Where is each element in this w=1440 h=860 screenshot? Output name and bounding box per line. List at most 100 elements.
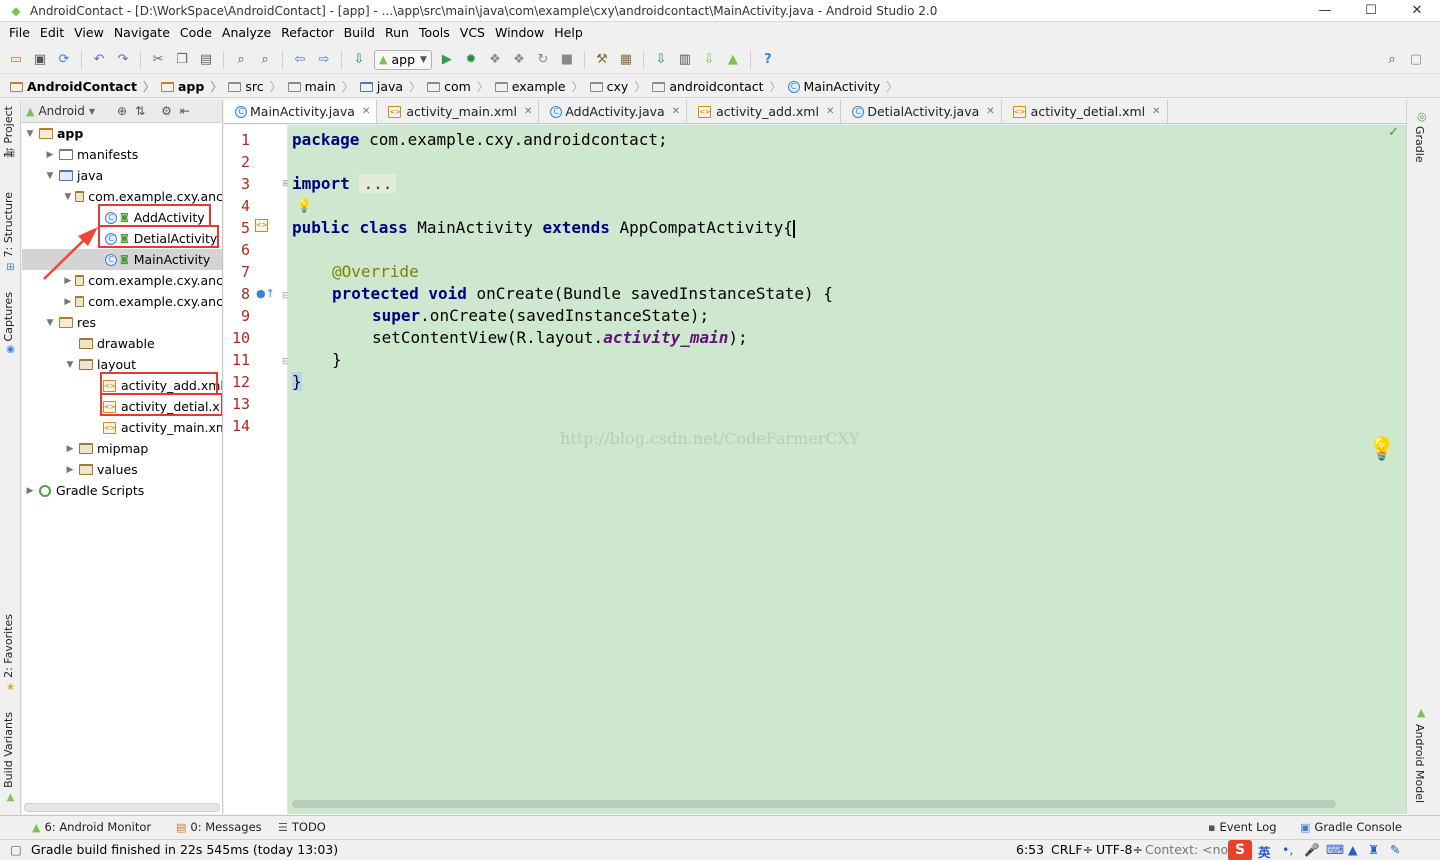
gradle-console-tab[interactable]: ▣ Gradle Console	[1300, 820, 1402, 834]
project-tool-tab[interactable]: 1: Project	[2, 106, 15, 158]
scroll-from-source-icon[interactable]: ⊕	[117, 104, 127, 118]
project-view-mode[interactable]: Android	[38, 104, 84, 118]
tree-node-app[interactable]: ▼ app	[22, 123, 222, 144]
breadcrumb-item-mainactivity[interactable]: C MainActivity 〉	[786, 78, 903, 95]
rerun-icon[interactable]: ↻	[533, 50, 553, 70]
run-configuration-select[interactable]: ▲ app ▼	[374, 49, 432, 70]
collapse-arrow-icon[interactable]: ▶	[64, 465, 76, 475]
expand-arrow-icon[interactable]: ▼	[44, 318, 56, 328]
encoding-select[interactable]: UTF-8÷	[1096, 842, 1143, 857]
tree-node-package-test[interactable]: ▶ com.example.cxy.anc	[22, 291, 222, 312]
breadcrumb-item-project[interactable]: AndroidContact 〉	[8, 78, 159, 95]
collapse-arrow-icon[interactable]: ▶	[44, 150, 56, 160]
close-tab-icon[interactable]: ✕	[672, 106, 680, 117]
make-project-icon[interactable]: ⇩	[349, 50, 369, 70]
paste-icon[interactable]: ▤	[196, 50, 216, 70]
hide-panel-icon[interactable]: ⇤	[180, 104, 190, 118]
menu-file[interactable]: File	[4, 22, 35, 44]
todo-tab[interactable]: ☰ TODO	[278, 820, 326, 834]
close-tab-icon[interactable]: ✕	[362, 106, 370, 117]
layout-preview-gutter-icon[interactable]: <>	[255, 219, 268, 232]
tools-icon[interactable]: ✎	[1390, 842, 1400, 857]
close-tab-icon[interactable]: ✕	[524, 106, 532, 117]
caret-position[interactable]: 6:53	[1016, 842, 1044, 857]
breadcrumb-item-example[interactable]: example 〉	[493, 78, 588, 95]
tab-addactivity-java[interactable]: C AddActivity.java ✕	[539, 100, 688, 123]
input-method-logo-icon[interactable]: S	[1228, 840, 1252, 860]
microphone-icon[interactable]: 🎤	[1304, 842, 1320, 858]
undo-icon[interactable]: ↶	[89, 50, 109, 70]
expand-arrow-icon[interactable]: ▼	[64, 192, 72, 202]
menu-edit[interactable]: Edit	[35, 22, 69, 44]
instant-run-icon[interactable]: ❖	[509, 50, 529, 70]
sync-gradle-icon[interactable]: ⇩	[651, 50, 671, 70]
settings-gear-icon[interactable]: ⚙	[161, 104, 172, 118]
open-folder-icon[interactable]: ▭	[6, 50, 26, 70]
redo-icon[interactable]: ↷	[113, 50, 133, 70]
search-everywhere-icon[interactable]: ⌕	[1382, 50, 1402, 70]
ime-punctuation-icon[interactable]: •,	[1282, 842, 1293, 857]
tree-node-package-androidtest[interactable]: ▶ com.example.cxy.anc	[22, 270, 222, 291]
event-log-tab[interactable]: ▪ Event Log	[1208, 820, 1277, 834]
breadcrumb-item-com[interactable]: com 〉	[425, 78, 493, 95]
collapse-arrow-icon[interactable]: ▶	[64, 276, 72, 286]
save-icon[interactable]: ▣	[30, 50, 50, 70]
forward-icon[interactable]: ⇨	[314, 50, 334, 70]
breadcrumb-item-main[interactable]: main 〉	[286, 78, 358, 95]
user-icon[interactable]: ▢	[1406, 50, 1426, 70]
tree-node-gradle-scripts[interactable]: ▶ Gradle Scripts	[22, 480, 222, 501]
expand-arrow-icon[interactable]: ▼	[24, 129, 36, 139]
run-icon[interactable]: ▶	[437, 50, 457, 70]
replace-icon[interactable]: ⌕	[255, 50, 275, 70]
code-area[interactable]: package com.example.cxy.androidcontact; …	[288, 125, 1406, 814]
collapse-arrow-icon[interactable]: ▶	[64, 444, 76, 454]
collapse-arrow-icon[interactable]: ▶	[24, 486, 36, 496]
breadcrumb-item-module[interactable]: app 〉	[159, 78, 226, 95]
breadcrumb-item-java[interactable]: java 〉	[358, 78, 425, 95]
menu-analyze[interactable]: Analyze	[217, 22, 276, 44]
structure-tool-tab[interactable]: 7: Structure	[2, 192, 15, 257]
tab-activity-detial-xml[interactable]: <> activity_detial.xml ✕	[1002, 100, 1168, 123]
status-message[interactable]: Gradle build finished in 22s 545ms (toda…	[31, 842, 338, 857]
shirt-icon[interactable]: ♜	[1368, 842, 1379, 857]
context-indicator[interactable]: Context: <no c	[1145, 842, 1239, 857]
tab-activity-main-xml[interactable]: <> activity_main.xml ✕	[377, 100, 540, 123]
close-button[interactable]: ✕	[1394, 0, 1440, 22]
copy-icon[interactable]: ❐	[172, 50, 192, 70]
tip-lightbulb-icon[interactable]: 💡	[1368, 437, 1395, 462]
android-model-tool-tab[interactable]: Android Model	[1413, 724, 1426, 803]
tree-node-mainactivity[interactable]: C ◙ MainActivity	[22, 249, 222, 270]
editor-horizontal-scrollbar[interactable]	[292, 800, 1336, 808]
keyboard-icon[interactable]: ⌨	[1326, 842, 1344, 857]
tab-activity-add-xml[interactable]: <> activity_add.xml ✕	[687, 100, 842, 123]
tree-node-manifests[interactable]: ▶ manifests	[22, 144, 222, 165]
android-device-icon[interactable]: ▲	[723, 50, 743, 70]
line-separator-select[interactable]: CRLF÷	[1051, 842, 1093, 857]
tree-node-res[interactable]: ▼ res	[22, 312, 222, 333]
collapse-all-icon[interactable]: ⇅	[135, 104, 145, 118]
help-icon[interactable]: ?	[758, 50, 778, 70]
back-icon[interactable]: ⇦	[290, 50, 310, 70]
menu-tools[interactable]: Tools	[414, 22, 455, 44]
menu-code[interactable]: Code	[175, 22, 217, 44]
collapse-arrow-icon[interactable]: ▶	[64, 297, 72, 307]
favorites-tool-tab[interactable]: 2: Favorites	[2, 614, 15, 678]
debug-icon[interactable]: ✹	[461, 50, 481, 70]
project-structure-icon[interactable]: ⚒	[592, 50, 612, 70]
expand-arrow-icon[interactable]: ▼	[44, 171, 56, 181]
captures-tool-tab[interactable]: Captures	[2, 292, 15, 341]
tree-node-mipmap[interactable]: ▶ mipmap	[22, 438, 222, 459]
stop-icon[interactable]: ■	[557, 50, 577, 70]
tab-detialactivity-java[interactable]: C DetialActivity.java ✕	[841, 100, 1002, 123]
find-icon[interactable]: ⌕	[231, 50, 251, 70]
menu-view[interactable]: View	[69, 22, 109, 44]
android-monitor-tab[interactable]: ▲ 6: Android Monitor	[32, 820, 151, 834]
menu-help[interactable]: Help	[549, 22, 588, 44]
menu-refactor[interactable]: Refactor	[276, 22, 338, 44]
override-method-gutter-icon[interactable]: ●↑	[256, 287, 275, 300]
tree-node-drawable[interactable]: drawable	[22, 333, 222, 354]
menu-window[interactable]: Window	[490, 22, 549, 44]
folded-imports[interactable]: ...	[359, 174, 397, 193]
close-tab-icon[interactable]: ✕	[1152, 106, 1160, 117]
gradle-tool-tab[interactable]: Gradle	[1413, 126, 1426, 163]
